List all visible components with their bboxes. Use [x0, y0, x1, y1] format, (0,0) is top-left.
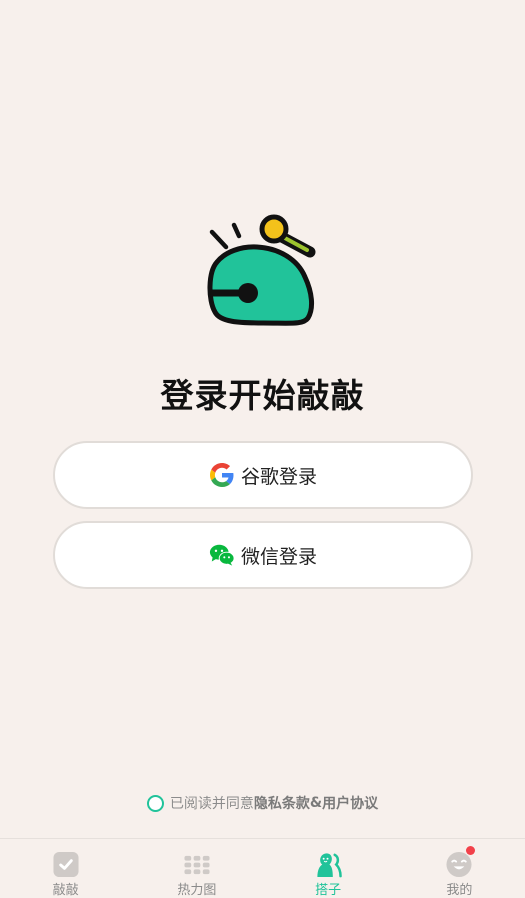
tab-buddy[interactable]: 搭子: [263, 839, 394, 898]
user-agreement-link[interactable]: 用户协议: [322, 793, 378, 813]
grid-icon: [184, 855, 210, 875]
tab-label: 热力图: [177, 883, 217, 898]
check-square-icon: [53, 851, 79, 878]
agreement-prefix: 已阅读并同意: [169, 796, 254, 812]
wechat-login-label: 微信登录: [240, 545, 317, 568]
bottom-tab-bar: 敲敲 热力图 搭子 我的: [0, 838, 525, 898]
agreement-amp: &: [309, 795, 323, 811]
smiley-icon: [446, 851, 472, 878]
notification-badge: [466, 846, 476, 855]
google-login-label: 谷歌登录: [240, 465, 317, 488]
tab-knock[interactable]: 敲敲: [0, 839, 131, 898]
page-title: 登录开始敲敲: [160, 376, 365, 415]
tab-heatmap[interactable]: 热力图: [131, 839, 262, 898]
wechat-icon: [209, 542, 235, 568]
tab-mine[interactable]: 我的: [394, 839, 525, 898]
tab-label: 我的: [446, 883, 473, 898]
google-login-button[interactable]: 谷歌登录: [53, 441, 473, 509]
google-icon: [209, 462, 235, 488]
buddy-icon: [317, 853, 342, 878]
agreement-radio[interactable]: [146, 794, 164, 812]
privacy-link[interactable]: 隐私条款: [254, 793, 310, 813]
agreement-row: 已阅读并同意 隐私条款 & 用户协议: [0, 793, 525, 813]
tab-label: 敲敲: [52, 883, 79, 898]
wechat-login-button[interactable]: 微信登录: [53, 521, 473, 589]
tab-label: 搭子: [315, 883, 342, 898]
wooden-fish-logo-icon: [207, 214, 316, 326]
